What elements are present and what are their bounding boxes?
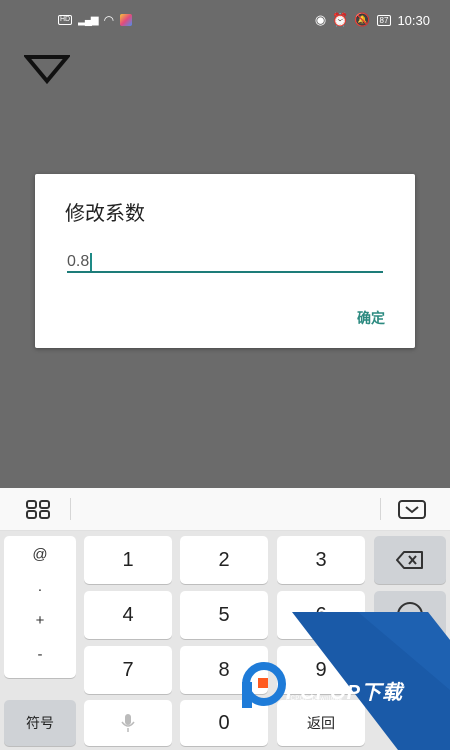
- dialog-title: 修改系数: [65, 201, 145, 225]
- key-2[interactable]: 2: [180, 536, 268, 584]
- grid-menu-icon[interactable]: [26, 500, 50, 519]
- key-1[interactable]: 1: [84, 536, 172, 584]
- toolbar-divider: [380, 498, 381, 520]
- status-right: ◉ ⏰ 🔕 87 10:30: [315, 12, 430, 28]
- notification-app-icon: [120, 14, 133, 26]
- toolbar-divider: [70, 498, 71, 520]
- key-at[interactable]: @: [4, 540, 76, 568]
- key-7[interactable]: 7: [84, 646, 172, 694]
- microphone-icon: [121, 714, 135, 732]
- mute-icon: 🔕: [354, 12, 371, 27]
- keyboard-toolbar: [0, 488, 450, 531]
- status-bar: HD ▂▄▆ ◠ ◉ ⏰ 🔕 87 10:30: [0, 0, 450, 40]
- eye-icon: ◉: [314, 12, 327, 27]
- wifi-icon: ◠: [103, 13, 115, 27]
- backspace-key[interactable]: [374, 536, 446, 584]
- battery-icon: 87: [376, 14, 392, 26]
- signal-icon: ▂▄▆: [78, 14, 98, 26]
- key-minus[interactable]: -: [4, 640, 76, 668]
- status-left: HD ▂▄▆ ◠: [58, 13, 133, 27]
- key-plus[interactable]: +: [4, 606, 76, 634]
- input-underline: [67, 271, 383, 273]
- key-4[interactable]: 4: [84, 591, 172, 639]
- voice-key[interactable]: [84, 700, 172, 746]
- text-cursor: [90, 253, 93, 271]
- alarm-icon: ⏰: [332, 12, 349, 27]
- key-3[interactable]: 3: [277, 536, 365, 584]
- triangle-back-icon[interactable]: [24, 54, 70, 84]
- clock: 10:30: [397, 12, 430, 28]
- edit-coefficient-dialog: 修改系数 0.8 确定: [35, 174, 415, 348]
- backspace-icon: [396, 551, 423, 569]
- coefficient-value: 0.8: [67, 253, 90, 270]
- symbol-column: @ . + -: [4, 536, 76, 678]
- confirm-button[interactable]: 确定: [357, 308, 385, 328]
- key-dot[interactable]: .: [4, 572, 76, 600]
- hd-badge: HD: [58, 15, 73, 25]
- hide-keyboard-icon[interactable]: [398, 500, 426, 519]
- watermark-subtext: PCPOP Download: [286, 696, 343, 702]
- symbols-key[interactable]: 符号: [4, 700, 76, 746]
